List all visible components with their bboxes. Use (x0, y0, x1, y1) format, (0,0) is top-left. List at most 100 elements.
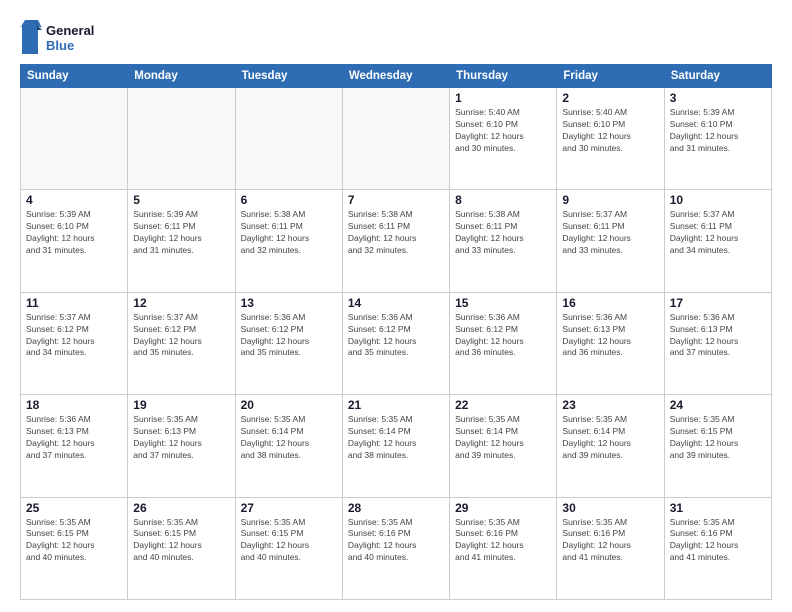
day-info-line: Daylight: 12 hours (26, 540, 122, 552)
day-info-line: Sunset: 6:14 PM (348, 426, 444, 438)
day-info: Sunrise: 5:37 AMSunset: 6:11 PMDaylight:… (670, 209, 766, 257)
day-info-line: Daylight: 12 hours (241, 438, 337, 450)
day-info-line: and 38 minutes. (348, 450, 444, 462)
calendar-cell: 22Sunrise: 5:35 AMSunset: 6:14 PMDayligh… (450, 395, 557, 497)
day-info-line: Sunrise: 5:35 AM (670, 414, 766, 426)
weekday-header-friday: Friday (557, 65, 664, 88)
day-number: 14 (348, 296, 444, 310)
day-info: Sunrise: 5:38 AMSunset: 6:11 PMDaylight:… (455, 209, 551, 257)
day-info: Sunrise: 5:39 AMSunset: 6:10 PMDaylight:… (670, 107, 766, 155)
day-info-line: Daylight: 12 hours (670, 131, 766, 143)
day-info-line: Sunset: 6:11 PM (455, 221, 551, 233)
day-info-line: and 37 minutes. (26, 450, 122, 462)
day-info-line: Sunset: 6:16 PM (348, 528, 444, 540)
day-info-line: and 31 minutes. (670, 143, 766, 155)
day-info: Sunrise: 5:35 AMSunset: 6:15 PMDaylight:… (26, 517, 122, 565)
day-info-line: and 30 minutes. (562, 143, 658, 155)
calendar-cell: 13Sunrise: 5:36 AMSunset: 6:12 PMDayligh… (235, 292, 342, 394)
day-info-line: Sunrise: 5:36 AM (26, 414, 122, 426)
week-row-1: 1Sunrise: 5:40 AMSunset: 6:10 PMDaylight… (21, 88, 772, 190)
day-info: Sunrise: 5:36 AMSunset: 6:13 PMDaylight:… (670, 312, 766, 360)
calendar-cell: 11Sunrise: 5:37 AMSunset: 6:12 PMDayligh… (21, 292, 128, 394)
day-info-line: Sunrise: 5:37 AM (26, 312, 122, 324)
day-info-line: and 33 minutes. (455, 245, 551, 257)
day-info: Sunrise: 5:35 AMSunset: 6:15 PMDaylight:… (241, 517, 337, 565)
day-info-line: and 30 minutes. (455, 143, 551, 155)
day-info-line: Daylight: 12 hours (455, 540, 551, 552)
day-number: 27 (241, 501, 337, 515)
day-info-line: Sunrise: 5:35 AM (241, 414, 337, 426)
day-info: Sunrise: 5:39 AMSunset: 6:10 PMDaylight:… (26, 209, 122, 257)
day-info-line: Sunrise: 5:39 AM (133, 209, 229, 221)
day-info-line: Daylight: 12 hours (133, 438, 229, 450)
day-info-line: Sunrise: 5:38 AM (348, 209, 444, 221)
day-number: 21 (348, 398, 444, 412)
day-number: 6 (241, 193, 337, 207)
week-row-5: 25 Sunrise: 5:35 AMSunset: 6:15 PMDayligh… (21, 497, 772, 599)
day-info-line: Sunset: 6:11 PM (562, 221, 658, 233)
calendar-cell: 16Sunrise: 5:36 AMSunset: 6:13 PMDayligh… (557, 292, 664, 394)
day-info-line: Daylight: 12 hours (670, 438, 766, 450)
day-info: Sunrise: 5:35 AMSunset: 6:14 PMDaylight:… (562, 414, 658, 462)
day-number: 17 (670, 296, 766, 310)
day-info-line: Daylight: 12 hours (670, 336, 766, 348)
calendar-cell (21, 88, 128, 190)
day-info-line: Sunset: 6:10 PM (455, 119, 551, 131)
day-info: Sunrise: 5:35 AMSunset: 6:15 PMDaylight:… (133, 517, 229, 565)
day-number: 8 (455, 193, 551, 207)
day-info: Sunrise: 5:35 AMSunset: 6:14 PMDaylight:… (241, 414, 337, 462)
logo-svg: General Blue (20, 18, 100, 58)
day-info: Sunrise: 5:37 AMSunset: 6:11 PMDaylight:… (562, 209, 658, 257)
calendar-cell: 23Sunrise: 5:35 AMSunset: 6:14 PMDayligh… (557, 395, 664, 497)
day-info-line: and 32 minutes. (241, 245, 337, 257)
calendar-cell (128, 88, 235, 190)
day-number: 5 (133, 193, 229, 207)
week-row-3: 11Sunrise: 5:37 AMSunset: 6:12 PMDayligh… (21, 292, 772, 394)
day-info-line: Sunset: 6:11 PM (670, 221, 766, 233)
calendar-cell: 29Sunrise: 5:35 AMSunset: 6:16 PMDayligh… (450, 497, 557, 599)
day-info-line: Sunset: 6:16 PM (670, 528, 766, 540)
calendar-cell: 31Sunrise: 5:35 AMSunset: 6:16 PMDayligh… (664, 497, 771, 599)
day-info-line: Daylight: 12 hours (455, 233, 551, 245)
day-info-line: Daylight: 12 hours (133, 336, 229, 348)
calendar-cell: 14Sunrise: 5:36 AMSunset: 6:12 PMDayligh… (342, 292, 449, 394)
day-info-line: Sunrise: 5:39 AM (26, 209, 122, 221)
day-info-line: and 39 minutes. (670, 450, 766, 462)
day-number: 7 (348, 193, 444, 207)
day-info-line: Daylight: 12 hours (133, 540, 229, 552)
day-info-line: Daylight: 12 hours (241, 336, 337, 348)
day-number: 15 (455, 296, 551, 310)
day-info-line: Daylight: 12 hours (455, 438, 551, 450)
day-number: 25 (26, 501, 122, 515)
day-number: 19 (133, 398, 229, 412)
day-info-line: Sunset: 6:16 PM (455, 528, 551, 540)
day-info-line: Daylight: 12 hours (562, 131, 658, 143)
calendar-cell: 6Sunrise: 5:38 AMSunset: 6:11 PMDaylight… (235, 190, 342, 292)
day-info-line: Daylight: 12 hours (348, 233, 444, 245)
day-info-line: Sunset: 6:14 PM (455, 426, 551, 438)
day-info-line: and 41 minutes. (670, 552, 766, 564)
day-number: 12 (133, 296, 229, 310)
day-info-line: Sunset: 6:13 PM (562, 324, 658, 336)
calendar-cell: 4 Sunrise: 5:39 AMSunset: 6:10 PMDaylight… (21, 190, 128, 292)
day-info-line: Sunrise: 5:37 AM (670, 209, 766, 221)
day-info-line: Sunset: 6:11 PM (133, 221, 229, 233)
day-info: Sunrise: 5:36 AMSunset: 6:13 PMDaylight:… (26, 414, 122, 462)
day-info-line: Sunrise: 5:37 AM (133, 312, 229, 324)
day-info: Sunrise: 5:39 AMSunset: 6:11 PMDaylight:… (133, 209, 229, 257)
day-info-line: Sunset: 6:13 PM (670, 324, 766, 336)
day-info-line: Daylight: 12 hours (241, 540, 337, 552)
day-number: 28 (348, 501, 444, 515)
logo: General Blue (20, 18, 100, 58)
day-info-line: Sunset: 6:10 PM (562, 119, 658, 131)
day-number: 1 (455, 91, 551, 105)
day-number: 4 (26, 193, 122, 207)
weekday-header-row: SundayMondayTuesdayWednesdayThursdayFrid… (21, 65, 772, 88)
day-info-line: and 35 minutes. (133, 347, 229, 359)
weekday-header-sunday: Sunday (21, 65, 128, 88)
day-info-line: and 39 minutes. (455, 450, 551, 462)
weekday-header-wednesday: Wednesday (342, 65, 449, 88)
calendar-page: General Blue SundayMondayTuesdayWednesda… (0, 0, 792, 612)
day-info-line: and 33 minutes. (562, 245, 658, 257)
day-info-line: Daylight: 12 hours (133, 233, 229, 245)
